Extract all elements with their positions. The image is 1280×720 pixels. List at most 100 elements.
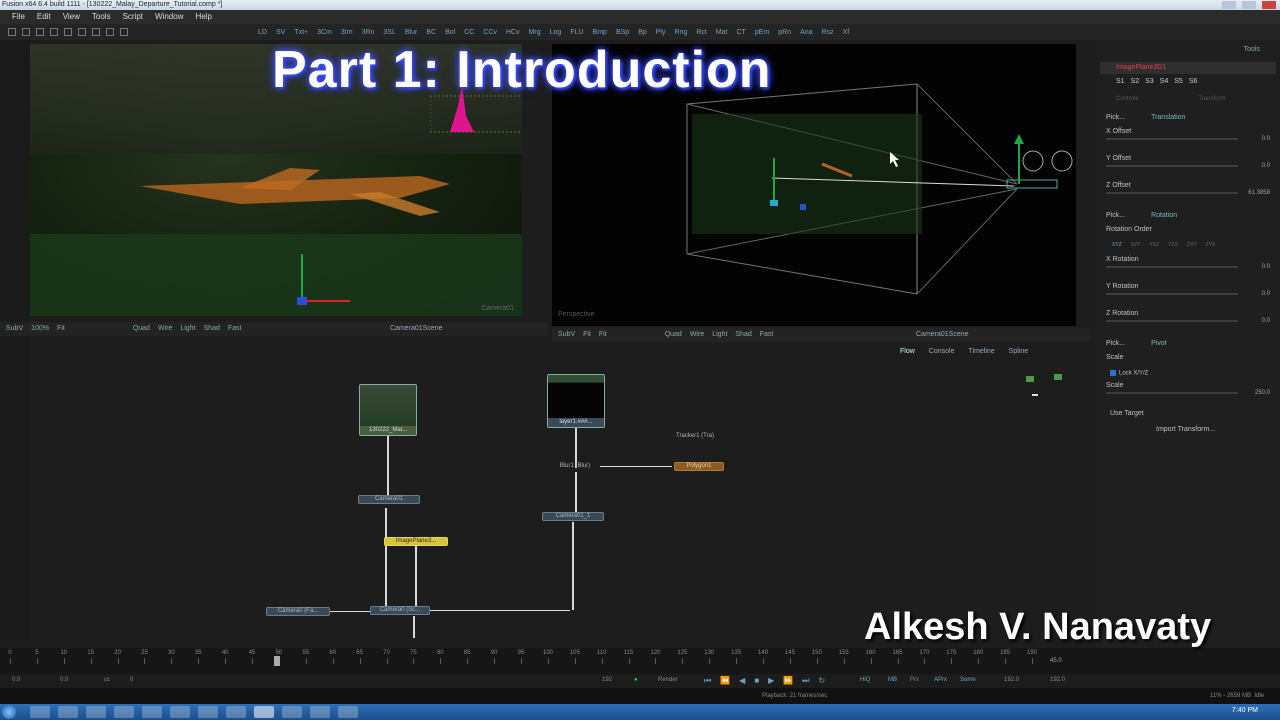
menu-view[interactable]: View bbox=[57, 10, 86, 24]
app-icon[interactable] bbox=[282, 706, 302, 718]
playhead[interactable] bbox=[274, 656, 280, 666]
z-rotation-value[interactable]: 0.0 bbox=[1262, 318, 1270, 324]
tool-button[interactable]: Bmp bbox=[593, 29, 607, 36]
layout4-icon[interactable] bbox=[120, 28, 128, 36]
tool-button[interactable]: 3Cm bbox=[317, 29, 332, 36]
pick-pivot[interactable]: Pick... bbox=[1106, 340, 1125, 347]
light-button[interactable]: Light bbox=[180, 322, 195, 336]
fit2-button-right[interactable]: Fit bbox=[599, 328, 607, 342]
use-target-checkbox[interactable]: Use Target bbox=[1110, 410, 1144, 417]
flow-navigator[interactable] bbox=[1016, 372, 1086, 408]
hiq-button[interactable]: HiQ bbox=[860, 677, 870, 683]
quad-button-right[interactable]: Quad bbox=[665, 328, 682, 342]
layout-icon[interactable] bbox=[78, 28, 86, 36]
play-reverse-icon[interactable]: ◀ bbox=[739, 676, 745, 686]
layout2-icon[interactable] bbox=[92, 28, 100, 36]
step-forward-icon[interactable]: ⏩ bbox=[783, 676, 793, 686]
scale-header[interactable]: Scale bbox=[1106, 354, 1124, 361]
quad-button[interactable]: Quad bbox=[133, 322, 150, 336]
rot-order-xzy[interactable]: XZY bbox=[1131, 242, 1141, 248]
shad-button-right[interactable]: Shad bbox=[735, 328, 751, 342]
x-rotation-slider[interactable] bbox=[1106, 266, 1238, 268]
render-start[interactable]: 0.0 bbox=[60, 677, 68, 683]
app-icon[interactable] bbox=[170, 706, 190, 718]
frame-s1[interactable]: S1 bbox=[1116, 78, 1125, 85]
polygon-node[interactable]: Polygon1 bbox=[674, 462, 724, 471]
gizmo-origin[interactable] bbox=[297, 297, 307, 305]
timeline-ruler[interactable]: 0 5 10 15 20 25 30 35 40 45 50 55 60 65 70 75 80 85 90 95 10… bbox=[0, 648, 1280, 674]
close-button[interactable] bbox=[1262, 1, 1276, 9]
global-start[interactable]: 0.0 bbox=[12, 677, 20, 683]
tool-button[interactable]: FLU bbox=[570, 29, 583, 36]
tool-button[interactable]: Blur bbox=[405, 29, 417, 36]
subv-button-right[interactable]: SubV bbox=[558, 328, 575, 342]
app-icon[interactable] bbox=[310, 706, 330, 718]
tool-button[interactable]: BSp bbox=[616, 29, 629, 36]
wire-button[interactable]: Wire bbox=[158, 322, 172, 336]
tool-button[interactable]: Rng bbox=[674, 29, 687, 36]
app-icon[interactable] bbox=[142, 706, 162, 718]
blur-node[interactable]: Blur1 (Blur) bbox=[554, 463, 596, 472]
redo-icon[interactable] bbox=[64, 28, 72, 36]
y-rotation-value[interactable]: 0.0 bbox=[1262, 291, 1270, 297]
z-offset-value[interactable]: 61.3858 bbox=[1248, 190, 1270, 196]
tool-button[interactable]: Ply bbox=[656, 29, 666, 36]
tool-button[interactable]: Ana bbox=[800, 29, 812, 36]
subv-button[interactable]: SubV bbox=[6, 322, 23, 336]
range-end[interactable]: 192.0 bbox=[1004, 677, 1019, 683]
inspector-node-header[interactable]: ImagePlane3D1 bbox=[1100, 62, 1276, 74]
translation-section[interactable]: Pick... Translation bbox=[1106, 114, 1185, 121]
y-offset-value[interactable]: 0.0 bbox=[1262, 163, 1270, 169]
tool-button[interactable]: Rsz bbox=[822, 29, 834, 36]
fast-button[interactable]: Fast bbox=[228, 322, 242, 336]
y-offset-slider[interactable] bbox=[1106, 165, 1238, 167]
menu-tools[interactable]: Tools bbox=[86, 10, 117, 24]
frame-s4[interactable]: S4 bbox=[1160, 78, 1169, 85]
current-time[interactable]: 0 bbox=[130, 677, 133, 683]
lock-xyz-checkbox[interactable]: Lock X/Y/Z bbox=[1110, 370, 1148, 377]
layer-node[interactable]: layer1.###... bbox=[547, 374, 605, 428]
tool-button[interactable]: CT bbox=[737, 29, 746, 36]
x-rotation-value[interactable]: 0.0 bbox=[1262, 264, 1270, 270]
frame-s6[interactable]: S6 bbox=[1189, 78, 1198, 85]
light-button-right[interactable]: Light bbox=[712, 328, 727, 342]
import-transform-button[interactable]: Import Transform... bbox=[1156, 426, 1215, 433]
camera0-fa-node[interactable]: Camera0 (Fa... bbox=[266, 607, 330, 616]
open-icon[interactable] bbox=[22, 28, 30, 36]
app-icon[interactable] bbox=[86, 706, 106, 718]
render-icon[interactable]: ● bbox=[634, 677, 638, 683]
frame-s5[interactable]: S5 bbox=[1174, 78, 1183, 85]
rot-order-yzx[interactable]: YZX bbox=[1168, 242, 1178, 248]
rot-order-yxz[interactable]: YXZ bbox=[1149, 242, 1159, 248]
tool-button[interactable]: pEm bbox=[755, 29, 769, 36]
tracker-node[interactable]: Tracker1 (Tra) bbox=[666, 433, 724, 442]
undo-icon[interactable] bbox=[50, 28, 58, 36]
pick-translation[interactable]: Pick... bbox=[1106, 114, 1125, 121]
menu-script[interactable]: Script bbox=[117, 10, 149, 24]
app-icon[interactable] bbox=[114, 706, 134, 718]
tool-button[interactable]: Bol bbox=[445, 29, 455, 36]
camera01-node[interactable]: Camera01 bbox=[358, 495, 420, 504]
tool-button[interactable]: HCv bbox=[506, 29, 520, 36]
frame-s3[interactable]: S3 bbox=[1145, 78, 1154, 85]
some-button[interactable]: Some bbox=[960, 677, 976, 683]
pick-rotation[interactable]: Pick... bbox=[1106, 212, 1125, 219]
prx-button[interactable]: Prx bbox=[910, 677, 919, 683]
fit-button-right[interactable]: Fit bbox=[583, 328, 591, 342]
x-offset-value[interactable]: 0.0 bbox=[1262, 136, 1270, 142]
tool-button[interactable]: LD bbox=[258, 29, 267, 36]
tool-button[interactable]: 3SL bbox=[383, 29, 395, 36]
flow-editor[interactable]: 130222_Mal... layer1.###... Camera01 Ima… bbox=[0, 344, 1090, 644]
tool-button[interactable]: Rct bbox=[696, 29, 707, 36]
loop-icon[interactable]: ↻ bbox=[819, 676, 826, 686]
tool-button[interactable]: pRn bbox=[778, 29, 791, 36]
tool-button[interactable]: Bp bbox=[638, 29, 647, 36]
shad-button[interactable]: Shad bbox=[204, 322, 220, 336]
wire-button-right[interactable]: Wire bbox=[690, 328, 704, 342]
end-frames[interactable]: 192 bbox=[602, 677, 612, 683]
tool-button[interactable]: BC bbox=[426, 29, 436, 36]
tool-button[interactable]: 3Im bbox=[341, 29, 353, 36]
scale-slider[interactable] bbox=[1106, 392, 1238, 394]
tool-button[interactable]: Mat bbox=[716, 29, 728, 36]
mb-button[interactable]: MB bbox=[888, 677, 897, 683]
